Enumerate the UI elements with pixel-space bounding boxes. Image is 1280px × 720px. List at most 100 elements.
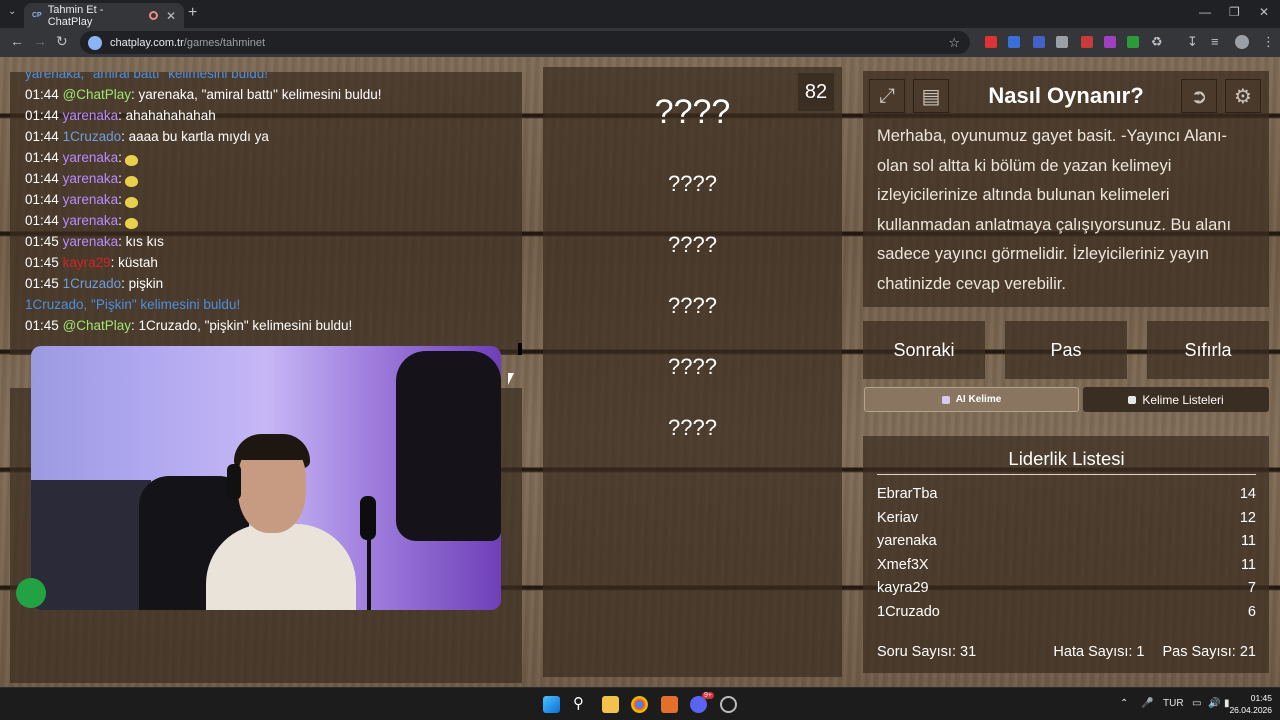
system-clock[interactable]: 01:45 26.04.2026 xyxy=(1229,692,1272,716)
chat-text: : xyxy=(118,150,122,165)
chat-emote-icon xyxy=(124,175,138,187)
chat-emote-icon xyxy=(124,217,138,229)
chat-text: : 1Cruzado, "pişkin" kelimesini buldu! xyxy=(131,318,353,333)
chat-time: 01:44 xyxy=(25,171,59,186)
chat-scrollbar[interactable] xyxy=(518,343,522,355)
pass-count: Pas Sayısı: 21 xyxy=(1162,644,1257,660)
chat-emote-icon xyxy=(124,154,138,166)
menu-kebab-icon[interactable]: ⋮ xyxy=(1262,34,1275,50)
restore-icon[interactable]: ❐ xyxy=(1229,5,1240,19)
forbidden-word: ???? xyxy=(668,354,717,379)
tray-chevron-icon[interactable]: ⌃ xyxy=(1120,698,1128,709)
robot-icon xyxy=(941,395,950,404)
network-icon[interactable]: ▭ xyxy=(1192,698,1201,709)
chat-messages: 01:44 @ChatPlay: yarenaka, "amiral battı… xyxy=(25,84,507,294)
pass-button[interactable]: Pas xyxy=(1005,321,1127,379)
close-tab-icon[interactable]: ✕ xyxy=(166,9,176,23)
reading-list-icon[interactable]: ≡ xyxy=(1211,34,1219,49)
extension-icon[interactable] xyxy=(1033,36,1045,48)
mouse-cursor-icon xyxy=(508,373,514,385)
chat-message: 01:44 yarenaka: xyxy=(25,168,507,189)
leaderboard-title: Liderlik Listesi xyxy=(877,448,1256,475)
forbidden-word: ???? xyxy=(668,293,717,318)
obs-icon[interactable] xyxy=(720,696,737,713)
forward-arrow-icon[interactable]: → xyxy=(33,33,47,49)
brave-icon[interactable] xyxy=(661,696,678,713)
word-card-panel: 82 ???? ???? ???? ???? ???? ???? xyxy=(543,67,842,677)
player-score: 11 xyxy=(1240,533,1256,549)
start-windows-icon[interactable] xyxy=(543,696,560,713)
chat-panel[interactable]: yarenaka, "amiral battı" kelimesini buld… xyxy=(10,72,522,355)
chat-time: 01:44 xyxy=(25,213,59,228)
chat-message: 01:45 yarenaka: kıs kıs xyxy=(25,231,507,252)
hls-extension-icon[interactable] xyxy=(1081,36,1093,48)
error-count: Hata Sayısı: 1 xyxy=(1053,644,1145,660)
player-score: 6 xyxy=(1248,624,1256,625)
tab-search-chevron-icon[interactable]: ⌄ xyxy=(8,6,16,17)
chrome-icon[interactable] xyxy=(631,696,648,713)
chat-time: 01:44 xyxy=(25,108,59,123)
search-icon[interactable]: ⚲ xyxy=(573,694,590,712)
input-language[interactable]: TUR xyxy=(1163,698,1184,709)
chat-time: 01:45 xyxy=(25,318,59,333)
leaderboard-row: kayra29 7 xyxy=(877,577,1256,601)
chat-message: 01:44 yarenaka: ahahahahahah xyxy=(25,105,507,126)
windows-taskbar: ⚲ 9+ ⌃ 🎤 TUR ▭ 🔊 ▮ 01:45 26.04.2026 xyxy=(0,687,1280,720)
webcam-headset xyxy=(227,464,241,500)
chat-text: : kıs kıs xyxy=(118,234,164,249)
chat-time: 01:45 xyxy=(25,234,59,249)
extension-icon[interactable] xyxy=(1104,36,1116,48)
tab-title: Tahmin Et - ChatPlay xyxy=(47,3,104,28)
chat-time: 01:44 xyxy=(25,87,59,102)
chat-text: : xyxy=(118,171,122,186)
settings-gear-icon[interactable]: ⚙ xyxy=(1225,79,1261,113)
word-lists-button[interactable]: Kelime Listeleri xyxy=(1083,387,1269,412)
download-extension-icon[interactable] xyxy=(1056,36,1068,48)
extensions-puzzle-icon[interactable]: ♻ xyxy=(1151,34,1163,50)
close-window-icon[interactable]: ✕ xyxy=(1259,5,1269,19)
extension-icon[interactable] xyxy=(985,36,997,48)
player-name: Keriav xyxy=(877,509,919,526)
chat-message: 01:44 yarenaka: xyxy=(25,210,507,231)
back-arrow-icon[interactable]: ← xyxy=(10,33,24,49)
chat-username: yarenaka xyxy=(62,192,119,207)
reload-icon[interactable]: ↻ xyxy=(56,33,68,50)
chat-message: 01:44 yarenaka: xyxy=(25,189,507,210)
browser-tab[interactable]: CP Tahmin Et - ChatPlay ✕ xyxy=(24,3,184,28)
player-name: EbrarTba xyxy=(877,486,938,502)
url-host: chatplay.com.tr xyxy=(110,36,184,49)
profile-avatar-icon[interactable] xyxy=(1235,35,1249,49)
player-score: 6 xyxy=(1247,603,1256,620)
chat-time: 01:44 xyxy=(25,192,59,207)
exit-icon[interactable]: ➲ xyxy=(1181,79,1217,113)
site-info-icon[interactable] xyxy=(88,35,102,50)
chat-message: 01:44 @ChatPlay: yarenaka, "amiral battı… xyxy=(25,84,507,105)
downloads-icon[interactable]: ↧ xyxy=(1187,34,1198,50)
word-lists-label: Kelime Listeleri xyxy=(1142,392,1224,407)
ai-word-button[interactable]: AI Kelime xyxy=(864,387,1079,412)
leaderboard-list[interactable]: EbrarTba 14 Keriav 12 yarenaka 11 Xmef3X 11 … xyxy=(877,483,1256,625)
leaderboard-row: Xmef3X 11 xyxy=(877,554,1256,578)
chat-username: yarenaka xyxy=(62,150,119,165)
reset-button[interactable]: Sıfırla xyxy=(1147,321,1269,379)
volume-icon[interactable]: 🔊 xyxy=(1208,698,1220,709)
microphone-icon[interactable]: 🎤 xyxy=(1141,698,1153,709)
translate-extension-icon[interactable] xyxy=(1008,36,1020,48)
webcam-coat xyxy=(396,351,501,541)
target-word: ???? xyxy=(654,93,731,131)
chat-text: : aaaa bu kartla mıydı ya xyxy=(121,129,269,144)
how-to-play-panel: ⤢ ▤ Nasıl Oynanır? ➲ ⚙ Merhaba, oyunumuz… xyxy=(863,71,1269,307)
next-button[interactable]: Sonraki xyxy=(863,321,985,379)
extension-icon[interactable] xyxy=(1127,36,1139,48)
address-bar[interactable]: chatplay.com.tr /games/tahminet ☆ xyxy=(80,31,970,54)
file-explorer-icon[interactable] xyxy=(602,696,619,713)
minimize-icon[interactable]: — xyxy=(1199,5,1211,19)
new-tab-button[interactable]: + xyxy=(188,4,197,22)
chat-text: : ahahahahahah xyxy=(118,108,216,123)
chat-message: 01:45 @ChatPlay: 1Cruzado, "pişkin" keli… xyxy=(25,315,507,336)
chat-username: @ChatPlay xyxy=(62,87,132,102)
chat-username: kayra29 xyxy=(62,255,111,270)
chat-system-message: 1Cruzado, "Pişkin" kelimesini buldu! xyxy=(25,294,507,315)
bookmark-star-icon[interactable]: ☆ xyxy=(948,35,960,51)
player-score: 7 xyxy=(1247,580,1256,596)
